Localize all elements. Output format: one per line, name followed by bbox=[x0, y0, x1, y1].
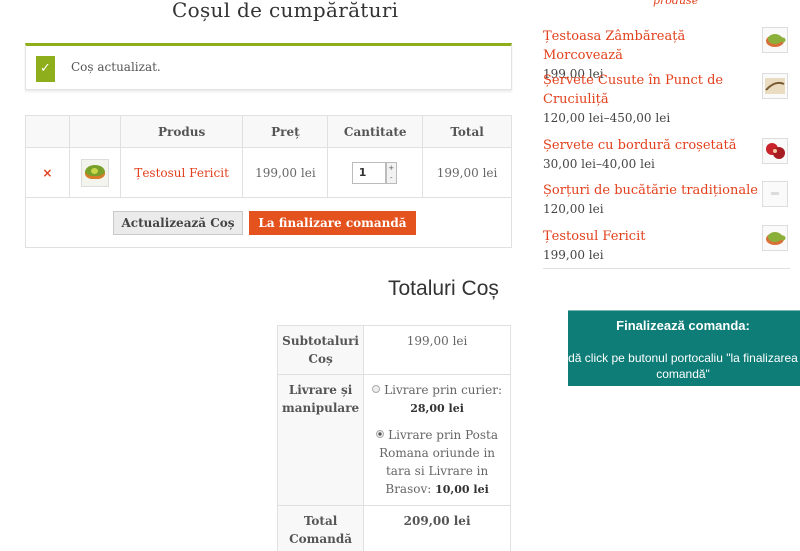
shipping-option-courier[interactable]: Livrare prin curier: 28,00 lei bbox=[370, 381, 504, 418]
subtotal-label: Subtotaluri Coș bbox=[276, 325, 365, 375]
quantity-input[interactable]: 1 bbox=[351, 161, 386, 184]
cart-header-row: Produs Preț Cantitate Total bbox=[25, 115, 512, 148]
product-total: 199,00 lei bbox=[422, 147, 512, 198]
shipping-option-amount: 28,00 lei bbox=[410, 402, 464, 415]
cart-updated-notice: ✓ Coș actualizat. bbox=[25, 43, 512, 90]
shipping-option-post[interactable]: Livrare prin Posta Romana oriunde in tar… bbox=[370, 426, 504, 499]
apron-image[interactable] bbox=[762, 181, 788, 207]
radio-button-selected-icon[interactable] bbox=[376, 430, 385, 438]
shipping-option-amount: 10,00 lei bbox=[435, 483, 489, 496]
shipping-option-label: Livrare prin curier: bbox=[384, 383, 502, 397]
order-total-value: 209,00 lei bbox=[363, 505, 511, 551]
product-cell: Țestosul Fericit bbox=[119, 147, 244, 198]
checkout-button[interactable]: La finalizare comandă bbox=[249, 210, 416, 235]
napkin-image[interactable] bbox=[762, 73, 788, 99]
update-cart-button[interactable]: Actualizează Coș bbox=[113, 210, 243, 235]
quantity-cell: 1 + - bbox=[327, 147, 424, 198]
sidebar-product: Șervete cu bordură croșetată 30,00 lei–4… bbox=[543, 136, 793, 173]
subtotal-row: Subtotaluri Coș 199,00 lei bbox=[276, 325, 511, 375]
remove-cell: × bbox=[25, 147, 70, 198]
cart-item-row: × Țestosul Fericit 199,00 lei 1 + - 199,… bbox=[25, 147, 512, 198]
header-total: Total bbox=[422, 115, 512, 148]
turtle-image[interactable] bbox=[762, 27, 788, 53]
radio-button-icon[interactable] bbox=[372, 385, 381, 393]
cart-actions-cell: Actualizează Coș La finalizare comandă bbox=[25, 197, 512, 248]
sidebar-product-link[interactable]: Țestoasa Zâmbăreață Morcovează bbox=[543, 27, 758, 65]
page-title: Coșul de cumpărături bbox=[172, 0, 399, 22]
quantity-stepper[interactable]: 1 + - bbox=[351, 161, 399, 184]
sidebar-product-price: 199,00 lei bbox=[543, 248, 604, 262]
thumbnail-cell bbox=[68, 147, 121, 198]
quantity-spinner[interactable]: + - bbox=[385, 161, 397, 184]
sidebar-divider bbox=[543, 268, 790, 269]
callout-body: dă click pe butonul portocaliu "la final… bbox=[568, 351, 798, 381]
checkmark-icon: ✓ bbox=[36, 56, 55, 82]
subtotal-value: 199,00 lei bbox=[363, 325, 511, 375]
tutorial-callout: Finalizează comanda: dă click pe butonul… bbox=[568, 318, 798, 382]
shipping-row: Livrare și manipulare Livrare prin curie… bbox=[276, 374, 511, 506]
sidebar-product: Șervete Cusute în Punct de Cruciuliță 12… bbox=[543, 71, 793, 127]
sidebar-product-link[interactable]: Șervete Cusute în Punct de Cruciuliță bbox=[543, 71, 758, 109]
sidebar-product: Șorțuri de bucătărie tradiționale 120,00… bbox=[543, 181, 793, 218]
cart-table: Produs Preț Cantitate Total × Țestosul F… bbox=[25, 115, 512, 248]
sidebar-product-link[interactable]: Țestosul Fericit bbox=[543, 227, 758, 246]
header-quantity: Cantitate bbox=[327, 115, 424, 148]
header-thumbnail bbox=[68, 115, 121, 148]
shipping-options: Livrare prin curier: 28,00 lei Livrare p… bbox=[363, 374, 511, 506]
order-total-row: Total Comandă 209,00 lei bbox=[276, 505, 511, 551]
sidebar-heading: produse bbox=[653, 0, 699, 7]
callout-title: Finalizează comanda: bbox=[616, 318, 750, 333]
header-product: Produs bbox=[119, 115, 244, 148]
product-thumbnail[interactable] bbox=[80, 158, 109, 187]
cart-totals-table: Subtotaluri Coș 199,00 lei Livrare și ma… bbox=[276, 325, 511, 551]
turtle-image[interactable] bbox=[762, 225, 788, 251]
order-total-label: Total Comandă bbox=[276, 505, 365, 551]
turtle-image bbox=[84, 164, 105, 179]
decrement-button[interactable]: - bbox=[387, 173, 396, 183]
sidebar-product-price: 120,00 lei bbox=[543, 202, 604, 216]
sidebar-product-price: 120,00 lei–450,00 lei bbox=[543, 111, 671, 125]
remove-item-button[interactable]: × bbox=[42, 166, 52, 180]
cart-totals-title: Totaluri Coș bbox=[388, 277, 499, 300]
sidebar-product: Țestosul Fericit 199,00 lei bbox=[543, 225, 793, 264]
product-price: 199,00 lei bbox=[242, 147, 329, 198]
sidebar-product-link[interactable]: Șorțuri de bucătărie tradiționale bbox=[543, 181, 758, 200]
header-remove bbox=[25, 115, 70, 148]
sidebar-product-link[interactable]: Șervete cu bordură croșetată bbox=[543, 136, 758, 155]
header-price: Preț bbox=[242, 115, 329, 148]
product-name-link[interactable]: Țestosul Fericit bbox=[134, 166, 229, 180]
sidebar-product-price: 30,00 lei–40,00 lei bbox=[543, 157, 655, 171]
shipping-label: Livrare și manipulare bbox=[276, 374, 365, 506]
notice-message: Coș actualizat. bbox=[71, 60, 161, 74]
increment-button[interactable]: + bbox=[387, 163, 396, 173]
crochet-napkin-image[interactable] bbox=[762, 138, 788, 164]
cart-actions-row: Actualizează Coș La finalizare comandă bbox=[25, 197, 512, 248]
